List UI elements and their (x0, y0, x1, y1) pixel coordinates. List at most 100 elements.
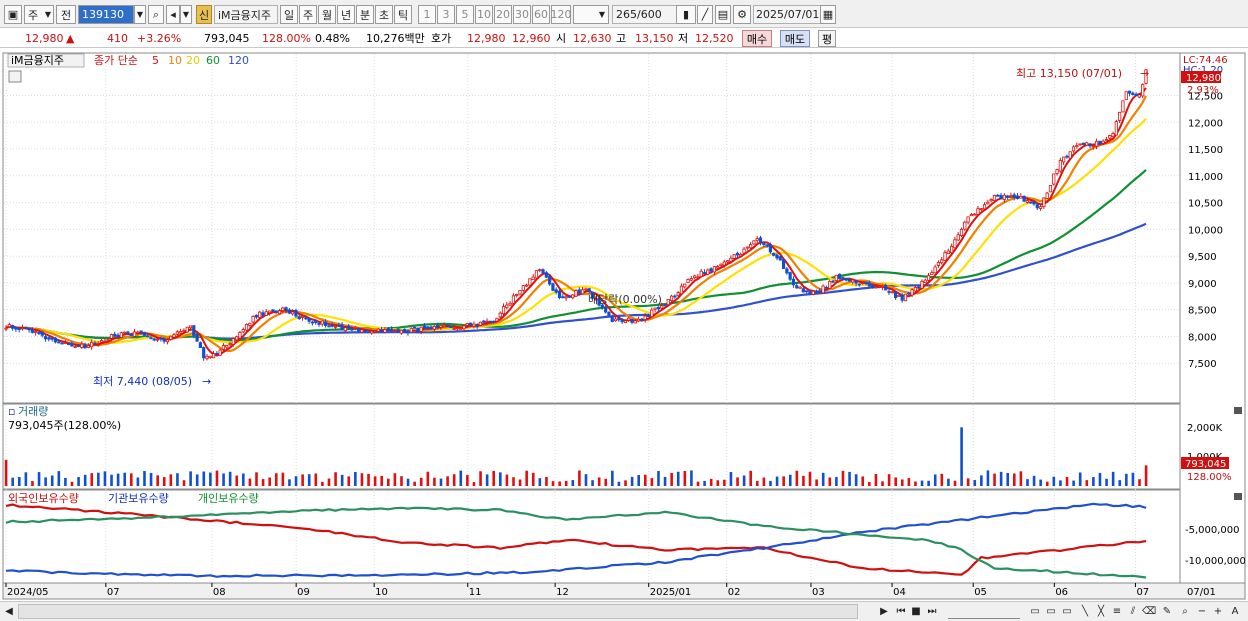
volume-bar (1072, 480, 1075, 486)
open: 12,630 (573, 32, 612, 45)
interval-120[interactable]: 120 (551, 5, 572, 24)
candle-body (1042, 197, 1046, 207)
legend-ma120[interactable]: 120 (228, 54, 249, 67)
save-icon[interactable]: ▤ (715, 5, 731, 24)
legend-ma5[interactable]: 5 (152, 54, 159, 67)
legend-ma60[interactable]: 60 (206, 54, 220, 67)
draw-icon[interactable]: ╱ (697, 5, 713, 24)
grid-toggle-icon[interactable] (8, 70, 22, 83)
candle-body (235, 336, 239, 341)
holding-institution-label[interactable]: 기관보유수량 (108, 492, 169, 505)
tab-minute[interactable]: 분 (356, 5, 374, 24)
layout-icon[interactable]: ▣ (4, 5, 22, 24)
candle-body (323, 321, 328, 327)
volume-bar (920, 480, 924, 486)
window-split-icon[interactable]: ▭ (1044, 604, 1058, 619)
line-tool-icon[interactable]: ╲ (1078, 604, 1092, 619)
speaker-icon[interactable]: ◂ (166, 5, 180, 24)
interval-3[interactable]: 3 (437, 5, 455, 24)
candle-body (752, 240, 756, 245)
candle-body (567, 295, 572, 298)
volume-bar (24, 472, 28, 486)
tab-second[interactable]: 초 (375, 5, 393, 24)
legend-name[interactable]: iM금융지주 (11, 54, 64, 67)
count-field[interactable]: 265/600 (612, 5, 678, 24)
zoom-out-icon[interactable]: − (1196, 604, 1208, 619)
candle-body (650, 309, 654, 318)
search-icon[interactable]: ⌕ (148, 5, 164, 24)
volume-panel-close-icon[interactable] (1234, 407, 1242, 414)
volume-bar (472, 482, 476, 486)
candle-icon[interactable]: ▮ (676, 5, 696, 24)
legend-ma20[interactable]: 20 (186, 54, 200, 67)
holding-individual-label[interactable]: 개인보유수량 (198, 492, 259, 505)
candle-body (1114, 121, 1118, 136)
interval-1[interactable]: 1 (418, 5, 436, 24)
code-input[interactable]: 139130 (78, 5, 134, 24)
candle-body (623, 320, 628, 324)
forward-icon[interactable]: ⏭ (925, 604, 939, 619)
fib-tool-icon[interactable]: ≡ (1110, 604, 1124, 619)
mode-button[interactable]: 전 (56, 5, 76, 24)
interval-select[interactable]: ▼ (573, 5, 609, 24)
volume-bar (1125, 473, 1128, 486)
window-icon[interactable]: ▭ (1028, 604, 1042, 619)
scroll-right-icon[interactable]: ▶ (878, 604, 890, 619)
candle-body (1045, 192, 1049, 199)
zoom-slider[interactable] (948, 604, 1020, 619)
interval-20[interactable]: 20 (494, 5, 512, 24)
tab-month[interactable]: 월 (318, 5, 336, 24)
speaker-dropdown-icon[interactable]: ▼ (180, 5, 192, 24)
rewind-icon[interactable]: ⏮ (894, 604, 908, 619)
legend-ma10[interactable]: 10 (168, 54, 182, 67)
interval-30[interactable]: 30 (513, 5, 531, 24)
stock-name-field[interactable]: iM금융지주 (214, 5, 278, 24)
holding-foreign-label[interactable]: 외국인보유수량 (8, 492, 79, 505)
pen-icon[interactable]: ✎ (1160, 604, 1174, 619)
trend-tool-icon[interactable]: ╳ (1094, 604, 1108, 619)
volume-bar (531, 472, 535, 486)
scroll-left-icon[interactable]: ◀ (3, 604, 15, 619)
tab-day[interactable]: 일 (280, 5, 298, 24)
volume-title[interactable]: 거래량 (18, 405, 48, 418)
stop-icon[interactable]: ■ (910, 604, 922, 619)
legend-ma-label[interactable]: 종가 단순 (94, 54, 138, 67)
tab-year[interactable]: 년 (337, 5, 355, 24)
holding-panel-close-icon[interactable] (1234, 493, 1242, 500)
candle-body (501, 306, 506, 315)
chart-svg[interactable]: iM금융지주 종가 단순 5 10 20 60 120 최고 13,150 (0… (0, 50, 1248, 600)
credit-badge[interactable]: 신 (196, 5, 212, 24)
bottom-scrollbar[interactable]: ◀ ▶ ⏮ ■ ⏭ ▭ ▭ ▭ ╲ ╳ ≡ ⫽ ⌫ ✎ ⌕ − + A (0, 601, 1248, 621)
zoom-in-icon[interactable]: + (1212, 604, 1224, 619)
code-dropdown-chevron-icon[interactable]: ▼ (134, 5, 146, 24)
tile-icon[interactable]: ▭ (1060, 604, 1074, 619)
eraser-icon[interactable]: ⌫ (1142, 604, 1156, 619)
buy-button[interactable]: 매수 (742, 30, 772, 47)
calendar-icon[interactable]: ▦ (820, 5, 836, 24)
font-size-icon[interactable]: A (1228, 604, 1242, 619)
candle-body (83, 344, 87, 349)
candle-body (749, 244, 753, 249)
avg-button[interactable]: 평 (818, 30, 836, 47)
amount: 10,276백만 (366, 32, 425, 45)
volume-bar (683, 471, 687, 486)
volume-bar (459, 470, 463, 486)
candle-body (828, 281, 832, 289)
tab-week[interactable]: 주 (299, 5, 317, 24)
date-field[interactable]: 2025/07/01 (753, 5, 821, 24)
interval-60[interactable]: 60 (532, 5, 550, 24)
price-axis-tick: 8,500 (1188, 306, 1217, 317)
tab-tick[interactable]: 틱 (394, 5, 412, 24)
market-select[interactable]: 주 ▼ (24, 5, 54, 24)
interval-10[interactable]: 10 (475, 5, 493, 24)
pct-tag: 2.93% (1187, 85, 1219, 96)
channel-tool-icon[interactable]: ⫽ (1126, 604, 1140, 619)
sell-button[interactable]: 매도 (780, 30, 810, 47)
scroll-track[interactable] (18, 604, 858, 619)
chart-area[interactable]: iM금융지주 종가 단순 5 10 20 60 120 최고 13,150 (0… (0, 50, 1248, 600)
zoom-icon[interactable]: ⌕ (1178, 604, 1192, 619)
candle-body (208, 355, 212, 358)
candle-body (880, 285, 885, 288)
interval-5[interactable]: 5 (456, 5, 474, 24)
gear-icon[interactable]: ⚙ (733, 5, 751, 24)
